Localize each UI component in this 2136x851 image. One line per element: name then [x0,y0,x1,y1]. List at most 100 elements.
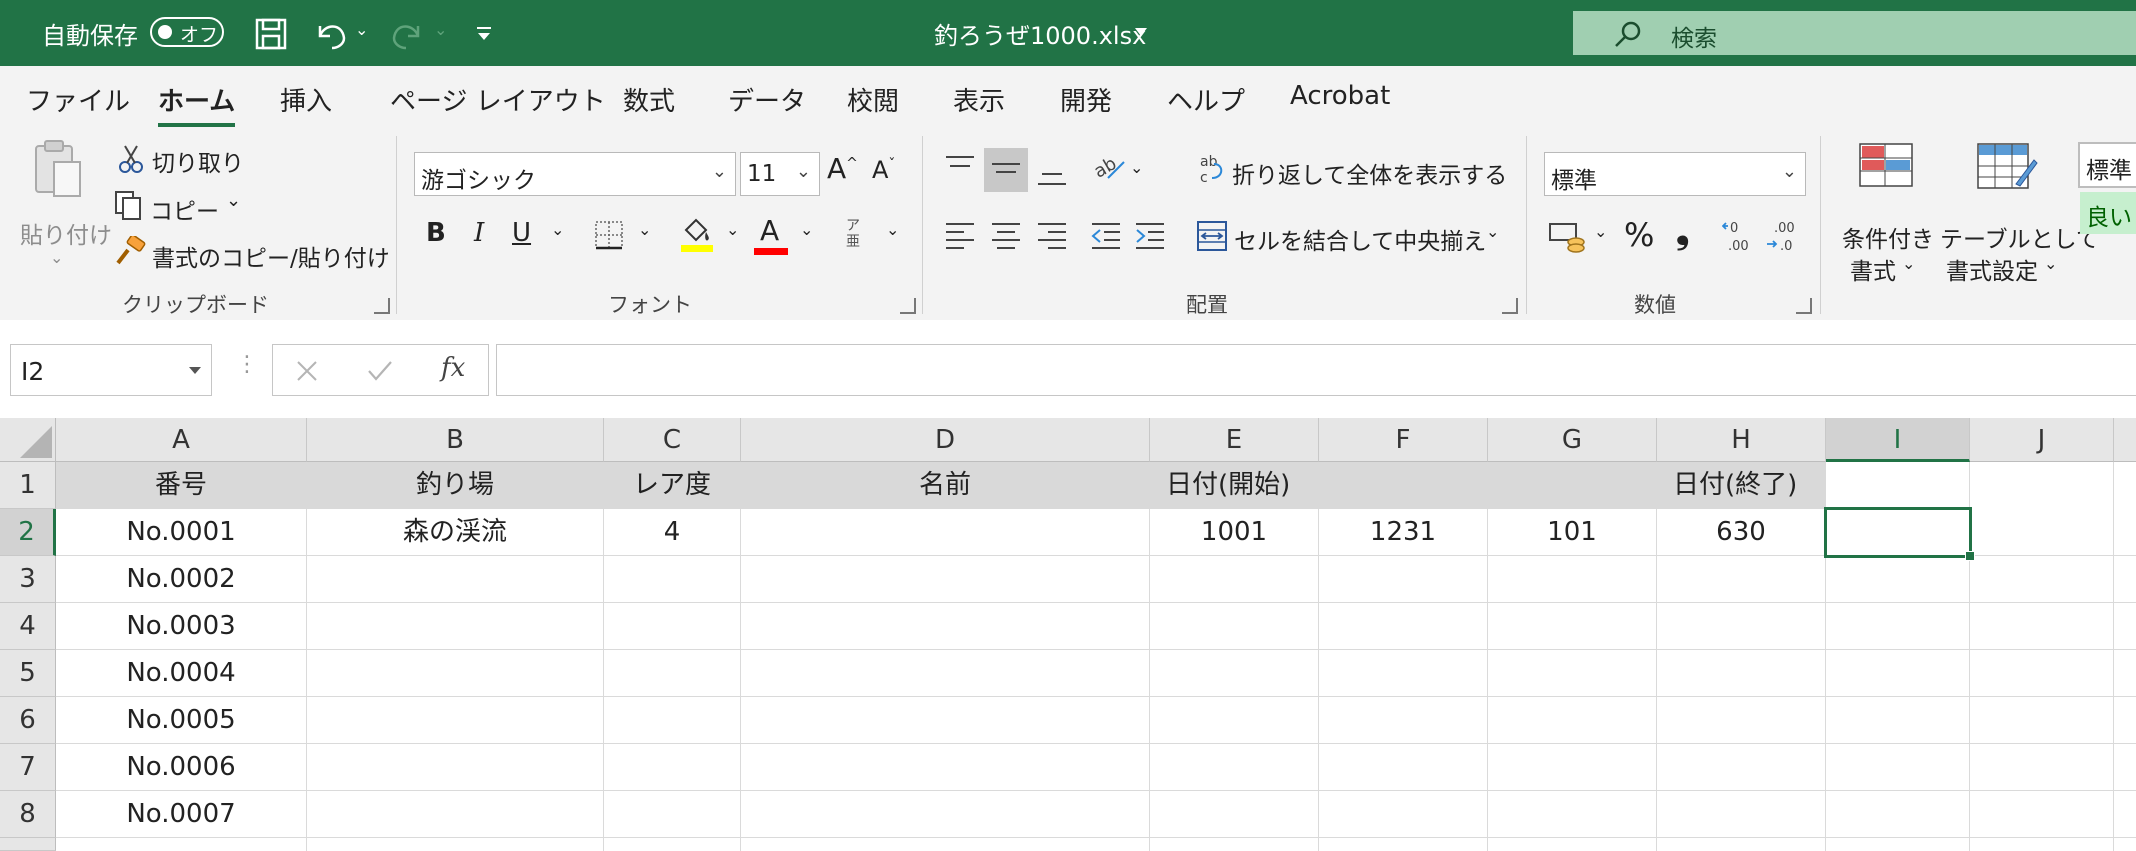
cell-e2[interactable]: 1001 [1150,509,1319,556]
cell-e1[interactable]: 日付(開始) [1150,462,1319,509]
column-header-e[interactable]: E [1150,418,1319,462]
increase-indent-icon[interactable] [1134,220,1166,250]
cancel-entry-icon[interactable] [295,359,319,383]
cell-d1[interactable]: 名前 [741,462,1150,509]
row-header-2[interactable]: 2 [0,509,56,556]
undo-dropdown-icon[interactable]: ⌄ [355,20,368,39]
cell-a2[interactable]: No.0001 [56,509,307,556]
decrease-indent-icon[interactable] [1090,220,1122,250]
phonetic-dropdown-icon[interactable]: ⌄ [886,220,899,239]
font-size-select[interactable]: 11 ⌄ [740,152,820,196]
font-color-dropdown-icon[interactable]: ⌄ [800,220,813,239]
phonetic-icon[interactable]: ア亜 [846,218,864,250]
cell-f2[interactable]: 1231 [1319,509,1488,556]
fill-handle[interactable] [1965,551,1975,561]
cell-c1[interactable]: レア度 [604,462,741,509]
name-box-dropdown-icon[interactable] [187,365,203,377]
column-header-k[interactable] [2114,418,2136,462]
wrap-text-icon[interactable]: ab c [1198,152,1228,186]
column-header-c[interactable]: C [604,418,741,462]
accounting-dropdown-icon[interactable]: ⌄ [1594,222,1607,241]
cell-d2[interactable] [741,509,1150,556]
row-header-1[interactable]: 1 [0,462,56,509]
paste-button[interactable]: 貼り付け ⌄ [18,138,112,288]
format-painter-button[interactable]: 書式のコピー/貼り付け [152,239,390,273]
borders-icon[interactable] [594,220,624,250]
confirm-entry-icon[interactable] [367,359,393,383]
font-dialog-launcher[interactable] [900,298,916,314]
filename-dropdown-icon[interactable] [1133,26,1149,38]
merge-center-button[interactable]: セルを結合して中央揃え [1234,222,1486,256]
fill-color-dropdown-icon[interactable]: ⌄ [726,220,739,239]
customize-toolbar-icon[interactable] [475,26,493,42]
cell-a8[interactable]: No.0007 [56,791,307,838]
cell-a6[interactable]: No.0005 [56,697,307,744]
cell-a3[interactable]: No.0002 [56,556,307,603]
align-bottom-icon[interactable] [1036,160,1068,188]
tab-file[interactable]: ファイル [26,81,130,118]
increase-decimal-icon[interactable]: 0 .00 [1722,218,1758,254]
tab-data[interactable]: データ [728,81,806,118]
cell-h2[interactable]: 630 [1657,509,1826,556]
orientation-dropdown-icon[interactable]: ⌄ [1130,158,1143,177]
cell-g1[interactable] [1488,462,1657,509]
active-cell-cursor[interactable] [1824,507,1972,558]
percent-button[interactable]: % [1624,216,1654,254]
worksheet-grid[interactable]: A B C D E F G H I J 1 2 3 4 5 6 7 8 番号 釣… [0,418,2136,851]
merge-dropdown-icon[interactable]: ⌄ [1486,222,1499,241]
tab-help[interactable]: ヘルプ [1167,81,1245,118]
tab-formulas[interactable]: 数式 [623,81,675,118]
italic-button[interactable]: I [474,218,484,248]
insert-function-button[interactable]: fx [441,353,465,383]
search-box[interactable]: 検索 [1573,11,2136,55]
tab-review[interactable]: 校閲 [847,81,899,118]
align-top-icon[interactable] [944,154,976,182]
tab-developer[interactable]: 開発 [1060,81,1112,118]
column-header-d[interactable]: D [741,418,1150,462]
orientation-icon[interactable]: ab [1092,152,1126,182]
align-middle-button[interactable] [984,148,1028,192]
merge-center-icon[interactable] [1196,220,1228,252]
autosave-toggle[interactable]: オフ [150,17,224,47]
row-header-6[interactable]: 6 [0,697,56,744]
cell-c2[interactable]: 4 [604,509,741,556]
cell-a1[interactable]: 番号 [56,462,307,509]
align-center-icon[interactable] [990,220,1022,250]
row-header-8[interactable]: 8 [0,791,56,838]
cell-a7[interactable]: No.0006 [56,744,307,791]
decrease-font-icon[interactable]: Aˇ [872,156,895,184]
row-header-5[interactable]: 5 [0,650,56,697]
select-all-button[interactable] [0,418,56,462]
cell-f1[interactable] [1319,462,1488,509]
tab-view[interactable]: 表示 [953,81,1005,118]
row-header-7[interactable]: 7 [0,744,56,791]
column-header-i[interactable]: I [1826,418,1970,462]
row-header-4[interactable]: 4 [0,603,56,650]
fill-color-icon[interactable] [680,216,714,254]
save-icon[interactable] [255,18,287,50]
accounting-format-icon[interactable] [1548,220,1586,254]
column-header-f[interactable]: F [1319,418,1488,462]
cell-b2[interactable]: 森の渓流 [307,509,604,556]
underline-button[interactable]: U [512,218,531,248]
column-header-g[interactable]: G [1488,418,1657,462]
row-header-3[interactable]: 3 [0,556,56,603]
conditional-formatting-button[interactable]: 条件付き 書式 ⌄ [1836,140,1936,290]
bold-button[interactable]: B [426,218,446,248]
cell-a4[interactable]: No.0003 [56,603,307,650]
align-right-icon[interactable] [1036,220,1068,250]
tab-acrobat[interactable]: Acrobat [1290,81,1390,111]
cell-g2[interactable]: 101 [1488,509,1657,556]
format-as-table-button[interactable]: テーブルとして 書式設定 ⌄ [1940,140,2099,290]
column-header-b[interactable]: B [307,418,604,462]
formula-bar-grip-icon[interactable]: ⋮ [236,352,258,377]
wrap-text-button[interactable]: 折り返して全体を表示する [1232,156,1507,190]
underline-dropdown-icon[interactable]: ⌄ [551,220,564,239]
column-header-a[interactable]: A [56,418,307,462]
copy-icon[interactable] [114,190,144,220]
cell-h1[interactable]: 日付(終了) [1657,462,1826,509]
scissors-icon[interactable] [118,144,144,174]
name-box[interactable]: I2 [10,344,212,396]
number-dialog-launcher[interactable] [1796,298,1812,314]
copy-dropdown-icon[interactable]: ⌄ [226,190,241,211]
